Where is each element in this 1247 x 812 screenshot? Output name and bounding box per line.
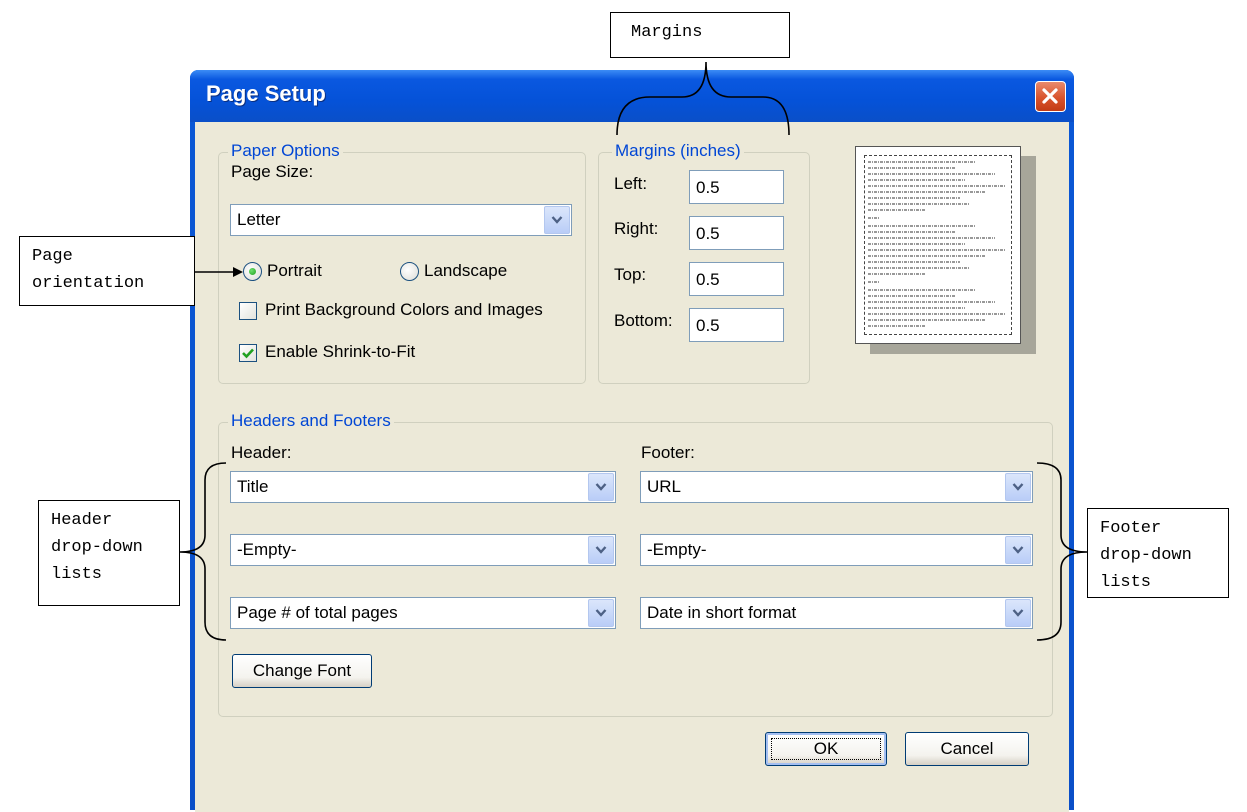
chevron-down-icon [1012, 483, 1024, 491]
portrait-radio[interactable] [243, 262, 262, 281]
header-select-3[interactable]: Page # of total pages [230, 597, 616, 629]
print-background-label[interactable]: Print Background Colors and Images [265, 300, 543, 320]
footer-select-3[interactable]: Date in short format [640, 597, 1033, 629]
footer-select-2-value: -Empty- [647, 540, 707, 559]
header-select-1-dropdown[interactable] [588, 473, 614, 501]
checkmark-icon [242, 348, 254, 359]
footer-lists-callout: Footer drop-down lists [1087, 508, 1229, 598]
chevron-down-icon [1012, 546, 1024, 554]
right-margin-label: Right: [614, 219, 659, 238]
print-background-checkbox[interactable] [239, 302, 257, 320]
footer-label: Footer: [641, 443, 695, 462]
page-size-label: Page Size: [231, 162, 314, 181]
right-margin-input[interactable]: 0.5 [689, 216, 784, 250]
header-select-2-value: -Empty- [237, 540, 297, 559]
landscape-radio[interactable] [400, 262, 419, 281]
preview-text-lines [868, 161, 1005, 327]
title-bar[interactable]: Page Setup [190, 70, 1074, 122]
bottom-margin-label: Bottom: [614, 311, 673, 330]
header-lists-callout: Header drop-down lists [38, 500, 180, 606]
footer-select-1[interactable]: URL [640, 471, 1033, 503]
page-orientation-callout: Page orientation [19, 236, 195, 306]
headers-footers-legend: Headers and Footers [228, 411, 394, 431]
margins-callout: Margins [610, 12, 790, 58]
dialog-body: Paper Options Page Size: Letter Portrait… [195, 122, 1069, 812]
page-setup-dialog: Page Setup Paper Options Page Size: Lett… [190, 70, 1074, 812]
ok-button[interactable]: OK [765, 732, 887, 766]
page-size-value: Letter [237, 210, 281, 229]
change-font-button[interactable]: Change Font [232, 654, 372, 688]
cancel-button[interactable]: Cancel [905, 732, 1029, 766]
chevron-down-icon [595, 546, 607, 554]
header-select-3-dropdown[interactable] [588, 599, 614, 627]
close-icon [1042, 88, 1058, 104]
dialog-title: Page Setup [206, 81, 326, 106]
paper-options-legend: Paper Options [228, 141, 343, 161]
header-select-2[interactable]: -Empty- [230, 534, 616, 566]
header-label: Header: [231, 443, 292, 462]
page-size-select[interactable]: Letter [230, 204, 572, 236]
footer-select-2[interactable]: -Empty- [640, 534, 1033, 566]
shrink-to-fit-checkbox[interactable] [239, 344, 257, 362]
close-button[interactable] [1035, 81, 1066, 112]
bottom-margin-input[interactable]: 0.5 [689, 308, 784, 342]
left-margin-input[interactable]: 0.5 [689, 170, 784, 204]
top-margin-label: Top: [614, 265, 647, 284]
landscape-label[interactable]: Landscape [424, 261, 507, 281]
footer-select-3-value: Date in short format [647, 603, 797, 622]
portrait-label[interactable]: Portrait [267, 261, 322, 281]
page-size-dropdown-button[interactable] [544, 206, 570, 234]
footer-select-2-dropdown[interactable] [1005, 536, 1031, 564]
chevron-down-icon [1012, 609, 1024, 617]
chevron-down-icon [595, 609, 607, 617]
ok-button-focus-rect [771, 738, 881, 760]
margins-legend: Margins (inches) [612, 141, 744, 161]
left-margin-label: Left: [614, 174, 648, 193]
top-margin-input[interactable]: 0.5 [689, 262, 784, 296]
page-preview [855, 146, 1021, 344]
footer-select-1-dropdown[interactable] [1005, 473, 1031, 501]
footer-select-3-dropdown[interactable] [1005, 599, 1031, 627]
shrink-to-fit-label[interactable]: Enable Shrink-to-Fit [265, 342, 415, 362]
footer-select-1-value: URL [647, 477, 682, 496]
chevron-down-icon [595, 483, 607, 491]
page-preview-content [864, 155, 1012, 335]
header-select-3-value: Page # of total pages [237, 603, 398, 622]
chevron-down-icon [551, 216, 563, 224]
header-select-1-value: Title [237, 477, 269, 496]
header-select-2-dropdown[interactable] [588, 536, 614, 564]
header-select-1[interactable]: Title [230, 471, 616, 503]
portrait-radio-dot [249, 268, 256, 275]
